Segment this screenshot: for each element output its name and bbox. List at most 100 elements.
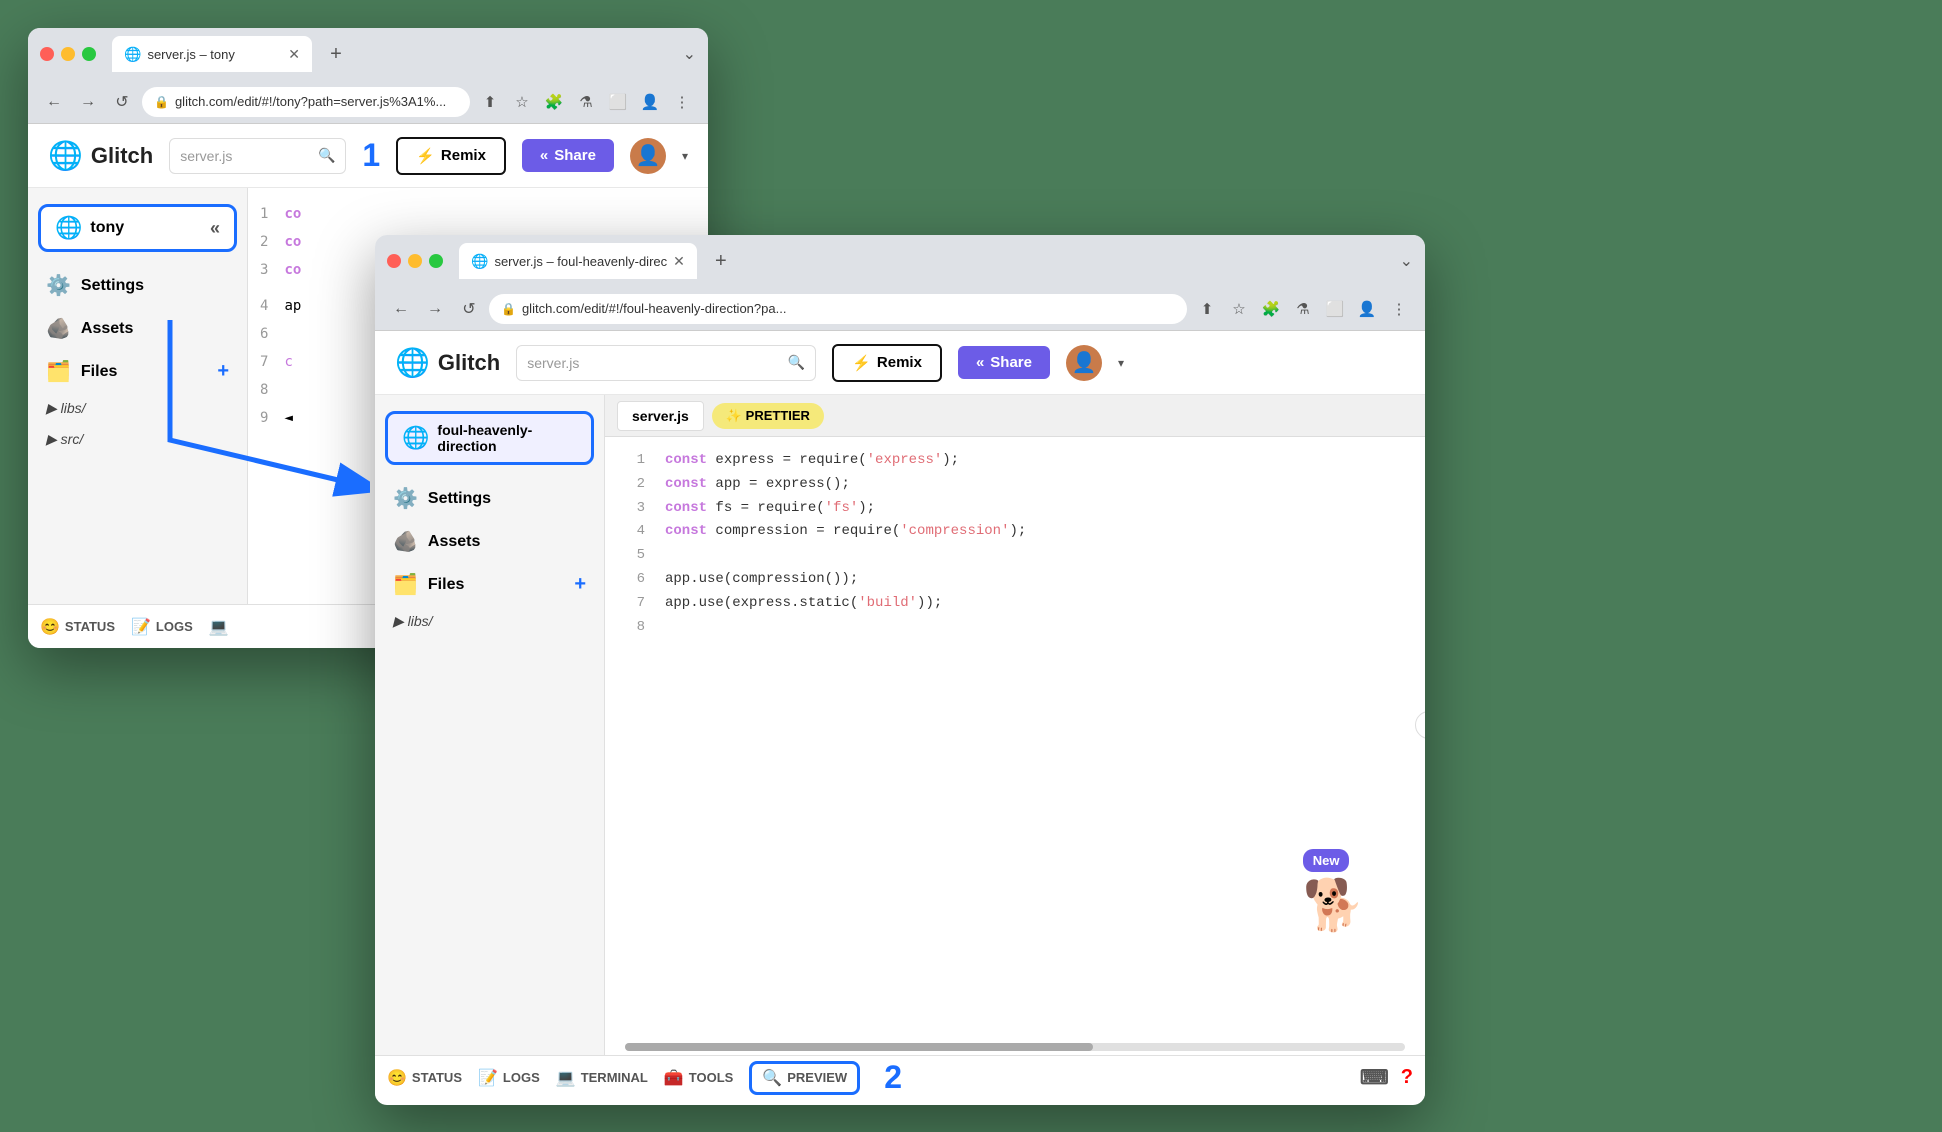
flask-icon-tony[interactable]: ⚗ — [572, 88, 600, 116]
search-placeholder-tony: server.js — [180, 148, 232, 164]
step1-badge: 1 — [362, 137, 380, 174]
minimize-button[interactable] — [61, 47, 75, 61]
status-item-preview-foul[interactable]: 🔍 PREVIEW — [749, 1061, 860, 1095]
status-item-keyboard-foul[interactable]: ⌨ — [1360, 1065, 1389, 1090]
address-bar-foul[interactable]: 🔒 glitch.com/edit/#!/foul-heavenly-direc… — [489, 294, 1187, 324]
status-item-status-tony[interactable]: 😊 STATUS — [40, 617, 115, 637]
glitch-header-foul: 🌐 Glitch server.js 🔍 ⚡ Remix « Share 👤 ▾ — [375, 331, 1425, 395]
back-button-tony[interactable]: ← — [40, 88, 68, 116]
search-bar-tony[interactable]: server.js 🔍 — [169, 138, 346, 174]
tab-foul[interactable]: 🌐 server.js – foul-heavenly-direc ✕ — [459, 243, 697, 279]
window-icon-foul[interactable]: ⬜ — [1321, 295, 1349, 323]
editor-tab-serverjs[interactable]: server.js — [617, 401, 704, 431]
folder-libs-foul[interactable]: ▶ libs/ — [375, 606, 604, 637]
code-line-6: 6 app.use(compression()); — [625, 568, 1405, 592]
chrome-icons-foul: ⬆ ☆ 🧩 ⚗ ⬜ 👤 ⋮ — [1193, 295, 1413, 323]
code-line-3: 3 const fs = require('fs'); — [625, 497, 1405, 521]
forward-button-foul[interactable]: → — [421, 295, 449, 323]
project-selector-tony[interactable]: 🌐 tony « — [38, 204, 237, 252]
sidebar-item-assets-foul[interactable]: 🪨 Assets — [375, 520, 604, 563]
extensions-icon-foul[interactable]: 🧩 — [1257, 295, 1285, 323]
dropdown-arrow-tony[interactable]: ▾ — [682, 149, 688, 163]
lightning-icon-remix-foul: ⚡ — [852, 354, 871, 372]
sidebar-foul: 🌐 foul-heavenly-direction ⚙️ Settings 🪨 … — [375, 395, 605, 1055]
code-content-foul: 1 const express = require('express'); 2 … — [605, 437, 1425, 1039]
bookmark-icon-tony[interactable]: ☆ — [508, 88, 536, 116]
code-line-8: 8 — [625, 616, 1405, 640]
prettier-button[interactable]: ✨ PRETTIER — [712, 403, 824, 429]
address-bar-tony[interactable]: 🔒 glitch.com/edit/#!/tony?path=server.js… — [142, 87, 470, 117]
back-button-foul[interactable]: ← — [387, 295, 415, 323]
status-item-logs-tony[interactable]: 📝 LOGS — [131, 617, 193, 637]
tab-close-tony[interactable]: ✕ — [288, 46, 300, 63]
avatar-tony[interactable]: 👤 — [630, 138, 666, 174]
sidebar-settings-label-foul: Settings — [428, 490, 491, 508]
code-scrollbar-foul[interactable] — [625, 1043, 1405, 1051]
tab-favicon-foul: 🌐 — [471, 253, 488, 270]
sidebar-files-label-foul: Files — [428, 576, 464, 594]
search-icon-tony: 🔍 — [318, 147, 335, 164]
remix-button-foul[interactable]: ⚡ Remix — [832, 344, 942, 382]
titlebar-tony: 🌐 server.js – tony ✕ + ⌄ — [28, 28, 708, 80]
status-item-logs-foul[interactable]: 📝 LOGS — [478, 1068, 540, 1088]
dropdown-arrow-foul[interactable]: ▾ — [1118, 356, 1124, 370]
project-icon-tony: 🌐 — [55, 215, 82, 241]
tab-menu-tony[interactable]: ⌄ — [683, 44, 696, 64]
remix-button-tony[interactable]: ⚡ Remix — [396, 137, 506, 175]
chrome-icons-tony: ⬆ ☆ 🧩 ⚗ ⬜ 👤 ⋮ — [476, 88, 696, 116]
address-text-foul: glitch.com/edit/#!/foul-heavenly-directi… — [522, 301, 1175, 316]
code-line-5: 5 — [625, 544, 1405, 568]
status-item-tools-foul[interactable]: 🧰 TOOLS — [664, 1068, 733, 1088]
refresh-button-tony[interactable]: ↺ — [108, 88, 136, 116]
profile-icon-tony[interactable]: 👤 — [636, 88, 664, 116]
share-button-tony[interactable]: « Share — [522, 139, 614, 172]
glitch-logo-text-tony: Glitch — [91, 143, 153, 169]
tab-menu-foul[interactable]: ⌄ — [1400, 251, 1413, 271]
search-bar-foul[interactable]: server.js 🔍 — [516, 345, 816, 381]
glitch-logo-tony: 🌐 Glitch — [48, 139, 153, 172]
search-placeholder-foul: server.js — [527, 355, 579, 371]
sidebar-item-settings-foul[interactable]: ⚙️ Settings — [375, 477, 604, 520]
close-button[interactable] — [40, 47, 54, 61]
forward-button-tony[interactable]: → — [74, 88, 102, 116]
window-icon-tony[interactable]: ⬜ — [604, 88, 632, 116]
step2-badge: 2 — [884, 1059, 902, 1096]
maximize-button[interactable] — [82, 47, 96, 61]
editor-area-foul: server.js ✨ PRETTIER 1 const express = r… — [605, 395, 1425, 1055]
addressbar-tony: ← → ↺ 🔒 glitch.com/edit/#!/tony?path=ser… — [28, 80, 708, 124]
add-file-btn-foul[interactable]: + — [574, 573, 586, 596]
status-item-terminal-foul[interactable]: 💻 TERMINAL — [556, 1068, 648, 1088]
collapse-btn-tony[interactable]: « — [210, 218, 220, 239]
flask-icon-foul[interactable]: ⚗ — [1289, 295, 1317, 323]
project-selector-foul[interactable]: 🌐 foul-heavenly-direction — [385, 411, 594, 465]
editor-tabs-foul: server.js ✨ PRETTIER — [605, 395, 1425, 437]
share-icon-foul-chrome[interactable]: ⬆ — [1193, 295, 1221, 323]
more-icon-tony[interactable]: ⋮ — [668, 88, 696, 116]
new-tab-button-tony[interactable]: + — [320, 38, 352, 70]
sidebar-item-files-foul[interactable]: 🗂️ Files + — [375, 563, 604, 606]
new-badge-container: New 🐕 — [1303, 849, 1365, 935]
share-icon-btn-foul: « — [976, 354, 984, 371]
tab-tony[interactable]: 🌐 server.js – tony ✕ — [112, 36, 312, 72]
status-item-status-foul[interactable]: 😊 STATUS — [387, 1068, 462, 1088]
glitch-logo-foul: 🌐 Glitch — [395, 346, 500, 379]
close-button-foul[interactable] — [387, 254, 401, 268]
extensions-icon-tony[interactable]: 🧩 — [540, 88, 568, 116]
status-item-help-foul[interactable]: ? — [1401, 1065, 1413, 1090]
tab-close-foul[interactable]: ✕ — [673, 253, 685, 270]
lightning-icon-remix-tony: ⚡ — [416, 147, 435, 165]
bookmark-icon-foul[interactable]: ☆ — [1225, 295, 1253, 323]
code-line-2: 2 const app = express(); — [625, 473, 1405, 497]
avatar-foul[interactable]: 👤 — [1066, 345, 1102, 381]
share-icon-tony[interactable]: ⬆ — [476, 88, 504, 116]
share-button-foul[interactable]: « Share — [958, 346, 1050, 379]
maximize-button-foul[interactable] — [429, 254, 443, 268]
annotation-arrow — [70, 290, 370, 520]
profile-icon-foul[interactable]: 👤 — [1353, 295, 1381, 323]
refresh-button-foul[interactable]: ↺ — [455, 295, 483, 323]
keyboard-icon: ⌨ — [1360, 1065, 1389, 1090]
new-tab-button-foul[interactable]: + — [705, 245, 737, 277]
status-item-terminal-tony[interactable]: 💻 — [209, 617, 229, 637]
minimize-button-foul[interactable] — [408, 254, 422, 268]
more-icon-foul[interactable]: ⋮ — [1385, 295, 1413, 323]
